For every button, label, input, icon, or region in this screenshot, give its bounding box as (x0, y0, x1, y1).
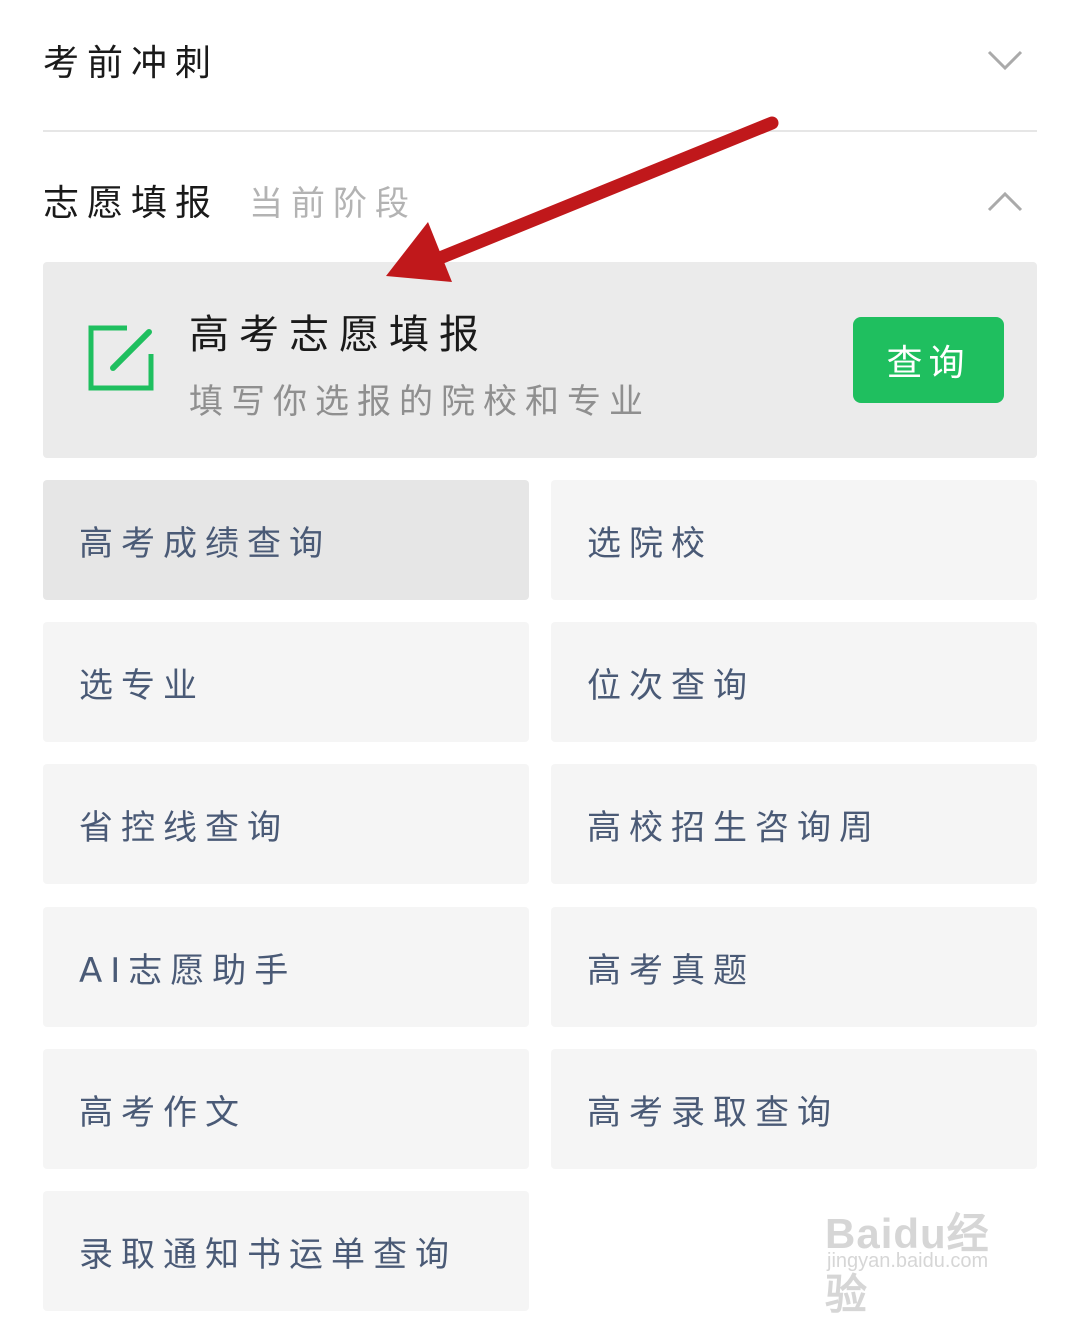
section-header-sprint[interactable]: 考前冲刺 (43, 30, 1037, 90)
section-divider (43, 130, 1037, 132)
watermark-url: jingyan.baidu.com (827, 1250, 989, 1272)
grid-item-score-query[interactable]: 高考成绩查询 (43, 480, 529, 600)
chevron-up-icon[interactable] (987, 184, 1023, 220)
grid-item-admission-query[interactable]: 高考录取查询 (551, 1049, 1037, 1169)
grid-item-select-major[interactable]: 选专业 (43, 622, 529, 742)
query-button[interactable]: 查询 (853, 317, 1004, 403)
current-stage-label: 当前阶段 (249, 183, 418, 224)
grid-item-admission-consult-week[interactable]: 高校招生咨询周 (551, 764, 1037, 884)
grid-item-notice-tracking[interactable]: 录取通知书运单查询 (43, 1191, 529, 1311)
grid-item-past-exams[interactable]: 高考真题 (551, 907, 1037, 1027)
baidu-watermark: Baidu经验 jingyan.baidu.com (825, 1180, 1025, 1318)
feature-title: 高考志愿填报 (189, 312, 489, 358)
chevron-down-icon[interactable] (987, 42, 1023, 78)
grid-item-essay[interactable]: 高考作文 (43, 1049, 529, 1169)
grid-item-select-college[interactable]: 选院校 (551, 480, 1037, 600)
section-title-sprint: 考前冲刺 (43, 43, 220, 84)
section-title-volunteer: 志愿填报 (43, 183, 220, 224)
section-header-volunteer[interactable]: 志愿填报 当前阶段 (43, 170, 1037, 230)
volunteer-fill-card[interactable]: 高考志愿填报 填写你选报的院校和专业 查询 (43, 262, 1037, 458)
grid-item-ai-assistant[interactable]: AI志愿助手 (43, 907, 529, 1027)
edit-icon (88, 325, 154, 391)
grid-item-rank-query[interactable]: 位次查询 (551, 622, 1037, 742)
grid-item-control-line-query[interactable]: 省控线查询 (43, 764, 529, 884)
feature-description: 填写你选报的院校和专业 (189, 382, 651, 422)
